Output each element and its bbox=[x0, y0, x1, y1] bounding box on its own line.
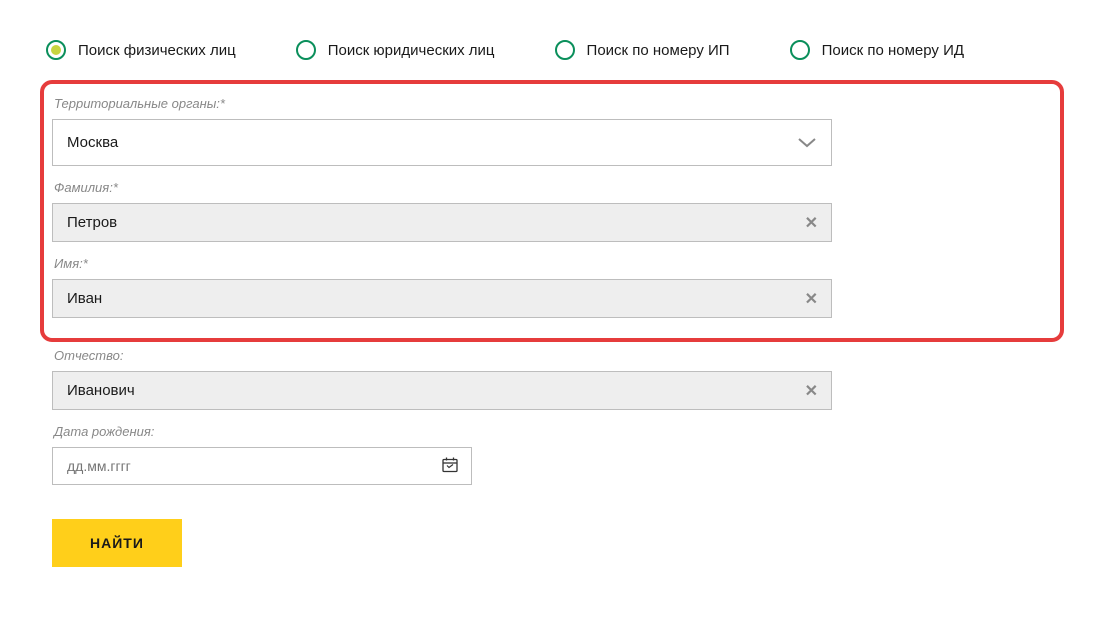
radio-unselected-icon bbox=[296, 40, 316, 60]
radio-physical[interactable]: Поиск физических лиц bbox=[46, 40, 236, 60]
radio-id-label: Поиск по номеру ИД bbox=[822, 42, 964, 59]
radio-physical-label: Поиск физических лиц bbox=[78, 42, 236, 59]
patronymic-wrap: ✕ bbox=[52, 371, 832, 410]
territory-field-group: Территориальные органы:* Москва bbox=[52, 96, 1052, 166]
clear-lastname-icon[interactable]: ✕ bbox=[805, 213, 818, 233]
outer-fields: Отчество: ✕ Дата рождения: НАЙТИ bbox=[40, 348, 1064, 567]
clear-patronymic-icon[interactable]: ✕ bbox=[805, 381, 818, 401]
firstname-input[interactable] bbox=[52, 279, 832, 318]
radio-unselected-icon bbox=[555, 40, 575, 60]
patronymic-field-group: Отчество: ✕ bbox=[52, 348, 1064, 410]
clear-firstname-icon[interactable]: ✕ bbox=[805, 289, 818, 309]
lastname-wrap: ✕ bbox=[52, 203, 832, 242]
radio-ip-label: Поиск по номеру ИП bbox=[587, 42, 730, 59]
radio-legal-label: Поиск юридических лиц bbox=[328, 42, 495, 59]
lastname-field-group: Фамилия:* ✕ bbox=[52, 180, 1052, 242]
patronymic-input[interactable] bbox=[52, 371, 832, 410]
search-type-radios: Поиск физических лиц Поиск юридических л… bbox=[40, 40, 1064, 60]
radio-legal[interactable]: Поиск юридических лиц bbox=[296, 40, 495, 60]
radio-selected-icon bbox=[46, 40, 66, 60]
radio-ip[interactable]: Поиск по номеру ИП bbox=[555, 40, 730, 60]
birthdate-label: Дата рождения: bbox=[52, 424, 1064, 439]
lastname-input[interactable] bbox=[52, 203, 832, 242]
radio-unselected-icon bbox=[790, 40, 810, 60]
submit-button[interactable]: НАЙТИ bbox=[52, 519, 182, 567]
firstname-wrap: ✕ bbox=[52, 279, 832, 318]
highlighted-fields-box: Территориальные органы:* Москва Фамилия:… bbox=[40, 80, 1064, 342]
territory-label: Территориальные органы:* bbox=[52, 96, 1052, 111]
radio-id[interactable]: Поиск по номеру ИД bbox=[790, 40, 964, 60]
firstname-label: Имя:* bbox=[52, 256, 1052, 271]
birthdate-input[interactable] bbox=[52, 447, 472, 485]
birthdate-wrap bbox=[52, 447, 472, 485]
territory-select[interactable]: Москва bbox=[52, 119, 832, 166]
birthdate-field-group: Дата рождения: bbox=[52, 424, 1064, 485]
patronymic-label: Отчество: bbox=[52, 348, 1064, 363]
lastname-label: Фамилия:* bbox=[52, 180, 1052, 195]
territory-select-wrap: Москва bbox=[52, 119, 832, 166]
firstname-field-group: Имя:* ✕ bbox=[52, 256, 1052, 318]
